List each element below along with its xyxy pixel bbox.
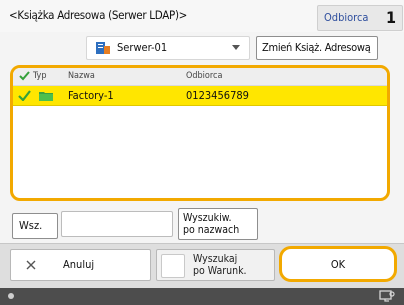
search-by-condition-label: Wyszukaj po Warunk. <box>193 253 247 277</box>
change-address-book-label: Zmień Książ. Adresową <box>262 41 371 54</box>
check-icon <box>18 90 31 101</box>
row-name: Factory-1 <box>68 89 114 102</box>
list-header: Typ Nazwa Odbiorca <box>13 68 387 86</box>
recipient-count: 1 <box>385 8 396 27</box>
list-row[interactable]: Factory-1 0123456789 <box>13 86 387 106</box>
search-all-button[interactable]: Wsz. <box>12 213 58 239</box>
address-list: Typ Nazwa Odbiorca Factory-1 0123456789 <box>10 65 390 201</box>
status-monitor-icon[interactable] <box>379 290 395 303</box>
change-address-book-button[interactable]: Zmień Książ. Adresową <box>256 36 378 60</box>
checkbox-icon <box>161 254 185 278</box>
search-by-name-label: Wyszukiw. po nazwach <box>183 212 240 236</box>
ok-button[interactable]: OK <box>279 246 397 282</box>
search-all-label: Wsz. <box>19 219 43 232</box>
search-by-name-button[interactable]: Wyszukiw. po nazwach <box>178 208 258 240</box>
server-selected-label: Serwer-01 <box>117 41 168 54</box>
header-bar: <Książka Adresowa (Serwer LDAP)> Odbiorc… <box>0 0 404 32</box>
ok-label: OK <box>330 258 346 271</box>
search-input[interactable] <box>61 211 173 237</box>
chevron-down-icon <box>232 45 240 50</box>
cancel-button[interactable]: Anuluj <box>10 249 151 281</box>
folder-icon <box>39 92 53 101</box>
column-name[interactable]: Nazwa <box>68 71 95 81</box>
row-recipient: 0123456789 <box>186 89 249 102</box>
status-indicator-icon <box>8 293 14 299</box>
page-title: <Książka Adresowa (Serwer LDAP)> <box>9 8 188 22</box>
cancel-label: Anuluj <box>63 258 95 271</box>
recipient-counter: Odbiorca 1 <box>317 5 403 31</box>
recipient-label: Odbiorca <box>324 11 369 24</box>
server-icon <box>96 42 110 54</box>
check-icon[interactable] <box>19 70 30 81</box>
column-recipient[interactable]: Odbiorca <box>186 71 222 81</box>
status-bar <box>0 288 404 305</box>
close-icon <box>26 260 36 270</box>
search-by-condition-button[interactable]: Wyszukaj po Warunk. <box>156 249 275 281</box>
server-dropdown[interactable]: Serwer-01 <box>86 36 250 60</box>
column-type[interactable]: Typ <box>33 71 46 81</box>
